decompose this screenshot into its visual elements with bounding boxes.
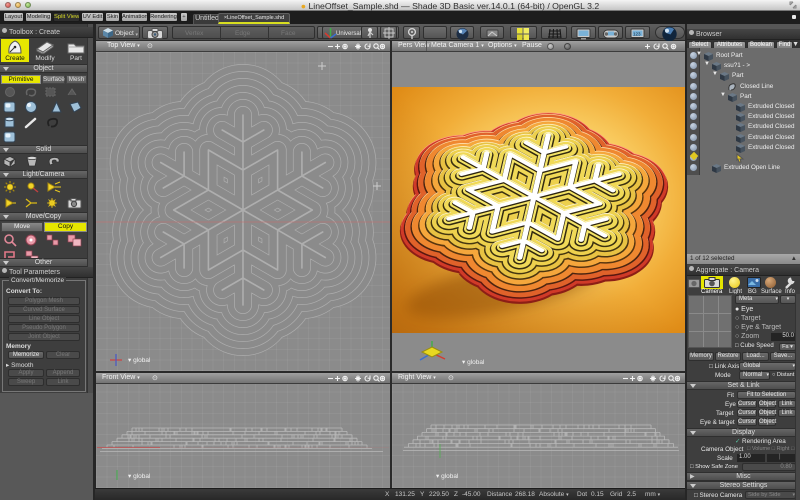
svg-text:123: 123	[633, 32, 641, 37]
